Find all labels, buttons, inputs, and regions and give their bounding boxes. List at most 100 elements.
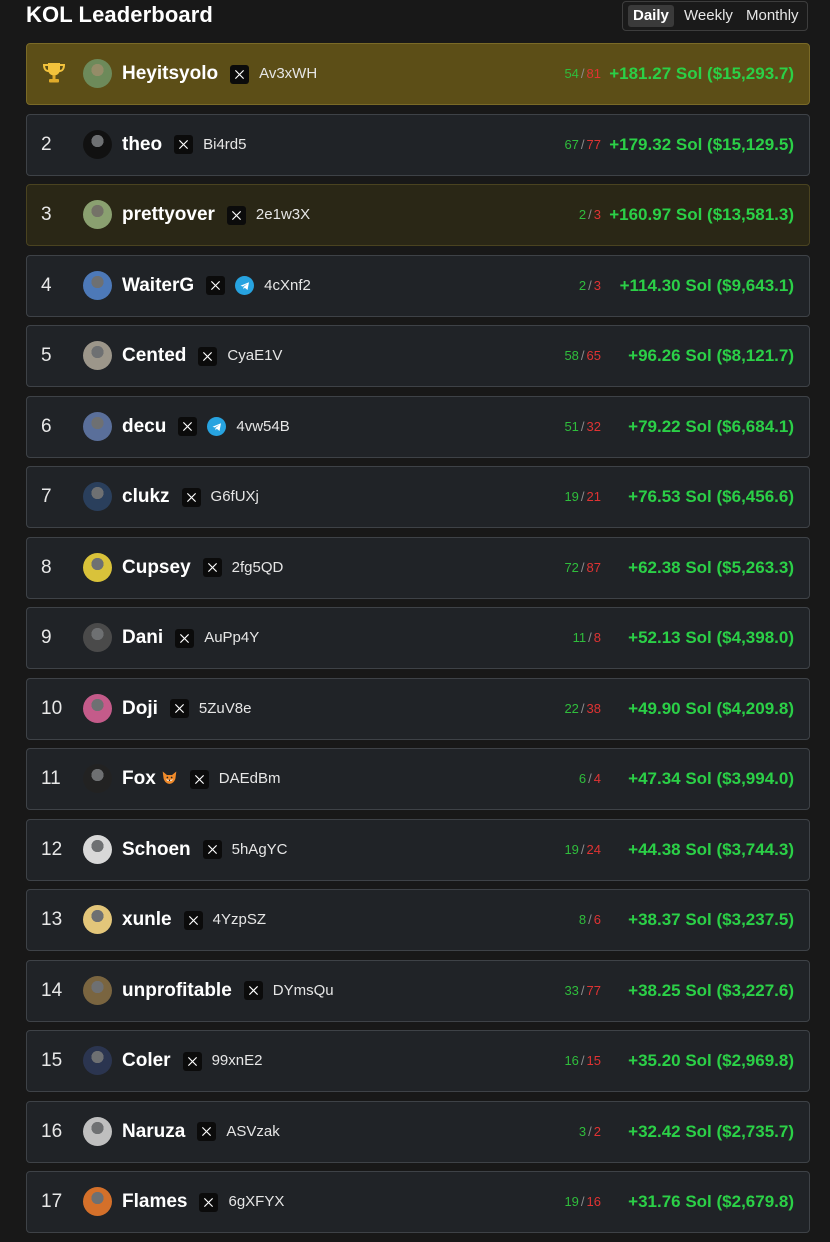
avatar[interactable]: [83, 552, 112, 582]
wallet-address[interactable]: 2fg5QD: [232, 558, 284, 578]
avatar[interactable]: [83, 411, 112, 441]
leaderboard-row[interactable]: 4 WaiterG 4cXnf2 2/3 +114.30 Sol ($9,643.1): [26, 254, 810, 317]
avatar[interactable]: [83, 1187, 112, 1216]
x-icon[interactable]: [230, 64, 250, 84]
leaderboard-row[interactable]: Heyitsyolo Av3xWH 54/81 +181.27 Sol ($15,29…: [26, 43, 810, 105]
kol-name[interactable]: unprofitable: [122, 961, 232, 1021]
leaderboard-row[interactable]: 14 unprofitable DYmsQu 33/77 +38.25 Sol ($3,…: [26, 959, 810, 1022]
avatar[interactable]: [83, 59, 112, 88]
wallet-address[interactable]: G6fUXj: [211, 487, 259, 507]
x-icon[interactable]: [199, 1192, 219, 1212]
x-icon[interactable]: [226, 205, 246, 225]
avatar[interactable]: [83, 270, 112, 300]
wallet-address[interactable]: Bi4rd5: [203, 135, 246, 155]
wallet-address[interactable]: Av3xWH: [259, 64, 317, 84]
win-loss-count: 33/77: [564, 961, 601, 1021]
wallet-address[interactable]: 4cXnf2: [264, 276, 311, 296]
wallet-address[interactable]: AuPp4Y: [204, 628, 259, 648]
leaderboard-row[interactable]: 15 Coler 99xnE2 16/15 +35.20 Sol ($2,969.8): [26, 1030, 810, 1092]
tab-daily[interactable]: Daily: [628, 5, 674, 27]
avatar[interactable]: [83, 764, 112, 793]
avatar[interactable]: [83, 905, 112, 934]
wallet-address[interactable]: CyaE1V: [227, 346, 282, 366]
losses-count: 77: [586, 982, 601, 998]
leaderboard-row[interactable]: 7 clukz G6fUXj 19/21 +76.53 Sol ($6,456.6): [26, 466, 810, 528]
avatar[interactable]: [83, 834, 112, 864]
pnl-value: +49.90 Sol ($4,209.8): [628, 698, 794, 718]
x-icon[interactable]: [169, 699, 189, 718]
x-icon[interactable]: [175, 628, 195, 648]
leaderboard-row[interactable]: 2 theo Bi4rd5 67/77 +179.32 Sol ($15,129.5): [26, 113, 810, 176]
kol-name[interactable]: prettyover: [122, 185, 215, 245]
kol-name[interactable]: Cented: [122, 326, 186, 386]
wallet-address[interactable]: 99xnE2: [212, 1051, 263, 1071]
kol-name[interactable]: WaiterG: [122, 256, 194, 316]
leaderboard-row[interactable]: 17 Flames 6gXFYX 19/16 +31.76 Sol ($2,679.8): [26, 1171, 810, 1233]
x-icon[interactable]: [182, 1051, 202, 1071]
tab-monthly[interactable]: Monthly: [741, 5, 804, 27]
leaderboard-row[interactable]: 10 Doji 5ZuV8e 22/38 +49.90 Sol ($4,209.8): [26, 677, 810, 740]
kol-name[interactable]: Cupsey: [122, 538, 191, 598]
wallet-address[interactable]: 6gXFYX: [228, 1192, 284, 1212]
leaderboard-row[interactable]: 12 Schoen 5hAgYC 19/24 +44.38 Sol ($3,744.3): [26, 818, 810, 881]
losses-count: 32: [586, 418, 601, 434]
wallet-address[interactable]: 2e1w3X: [256, 205, 310, 225]
kol-name-text: xunle: [122, 909, 172, 930]
x-icon[interactable]: [174, 135, 194, 154]
telegram-icon[interactable]: [207, 417, 227, 436]
wallet-address[interactable]: 4YzpSZ: [213, 910, 266, 930]
kol-name[interactable]: Coler: [122, 1031, 171, 1091]
kol-name[interactable]: Fox: [122, 749, 178, 809]
wallet-address[interactable]: 5ZuV8e: [199, 699, 252, 719]
x-icon[interactable]: [178, 417, 198, 436]
avatar[interactable]: [83, 129, 112, 159]
x-icon[interactable]: [181, 487, 201, 507]
wallet-address[interactable]: 5hAgYC: [232, 840, 288, 860]
wallet-address[interactable]: ASVzak: [226, 1122, 279, 1142]
social-badges: ASVzak: [197, 1122, 280, 1142]
wallet-address[interactable]: 4vw54B: [236, 417, 289, 437]
leaderboard-row[interactable]: 6 decu 4vw54B 51/32 +79.22 Sol ($6,684.1): [26, 395, 810, 458]
kol-name[interactable]: Dani: [122, 608, 163, 668]
win-loss-separator: /: [588, 771, 592, 786]
kol-name[interactable]: Doji: [122, 679, 158, 739]
x-icon[interactable]: [189, 769, 209, 789]
win-loss-separator: /: [580, 348, 585, 363]
period-tabs: Daily Weekly Monthly: [622, 1, 808, 31]
avatar[interactable]: [83, 1116, 112, 1146]
x-icon[interactable]: [183, 910, 203, 930]
avatar[interactable]: [83, 975, 112, 1005]
leaderboard-row[interactable]: 5 Cented CyaE1V 58/65 +96.26 Sol ($8,121.7): [26, 325, 810, 387]
avatar[interactable]: [83, 1046, 112, 1075]
x-icon[interactable]: [198, 346, 218, 366]
telegram-icon[interactable]: [235, 276, 255, 295]
leaderboard-row[interactable]: 11 Fox DAEdBm 6/4 +47.34 Sol ($3,994.0): [26, 748, 810, 810]
kol-name[interactable]: theo: [122, 115, 162, 175]
wallet-address[interactable]: DYmsQu: [273, 981, 334, 1001]
leaderboard-row[interactable]: 16 Naruza ASVzak 3/2 +32.42 Sol ($2,735.7): [26, 1100, 810, 1163]
kol-name[interactable]: Naruza: [122, 1102, 185, 1162]
leaderboard-row[interactable]: 3 prettyover 2e1w3X 2/3 +160.97 Sol ($13,581…: [26, 184, 810, 246]
wallet-address[interactable]: DAEdBm: [219, 769, 281, 789]
avatar[interactable]: [83, 341, 112, 370]
avatar[interactable]: [83, 200, 112, 229]
leaderboard-row[interactable]: 8 Cupsey 2fg5QD 72/87 +62.38 Sol ($5,263.3): [26, 536, 810, 599]
kol-name[interactable]: decu: [122, 397, 166, 457]
x-icon[interactable]: [206, 276, 226, 295]
tab-weekly[interactable]: Weekly: [679, 5, 738, 27]
leaderboard-row[interactable]: 9 Dani AuPp4Y 11/8 +52.13 Sol ($4,398.0): [26, 607, 810, 669]
kol-name[interactable]: Heyitsyolo: [122, 44, 218, 104]
kol-name[interactable]: Schoen: [122, 820, 191, 880]
avatar[interactable]: [83, 693, 112, 723]
x-icon[interactable]: [197, 1122, 217, 1141]
kol-name[interactable]: Flames: [122, 1172, 187, 1232]
avatar[interactable]: [83, 623, 112, 652]
kol-name[interactable]: clukz: [122, 467, 170, 527]
avatar[interactable]: [83, 482, 112, 511]
x-icon[interactable]: [202, 840, 222, 859]
leaderboard-row[interactable]: 13 xunle 4YzpSZ 8/6 +38.37 Sol ($3,237.5): [26, 889, 810, 951]
x-icon[interactable]: [243, 981, 263, 1000]
fox-emoji-icon: [161, 751, 178, 784]
kol-name[interactable]: xunle: [122, 890, 172, 950]
x-icon[interactable]: [202, 558, 222, 577]
